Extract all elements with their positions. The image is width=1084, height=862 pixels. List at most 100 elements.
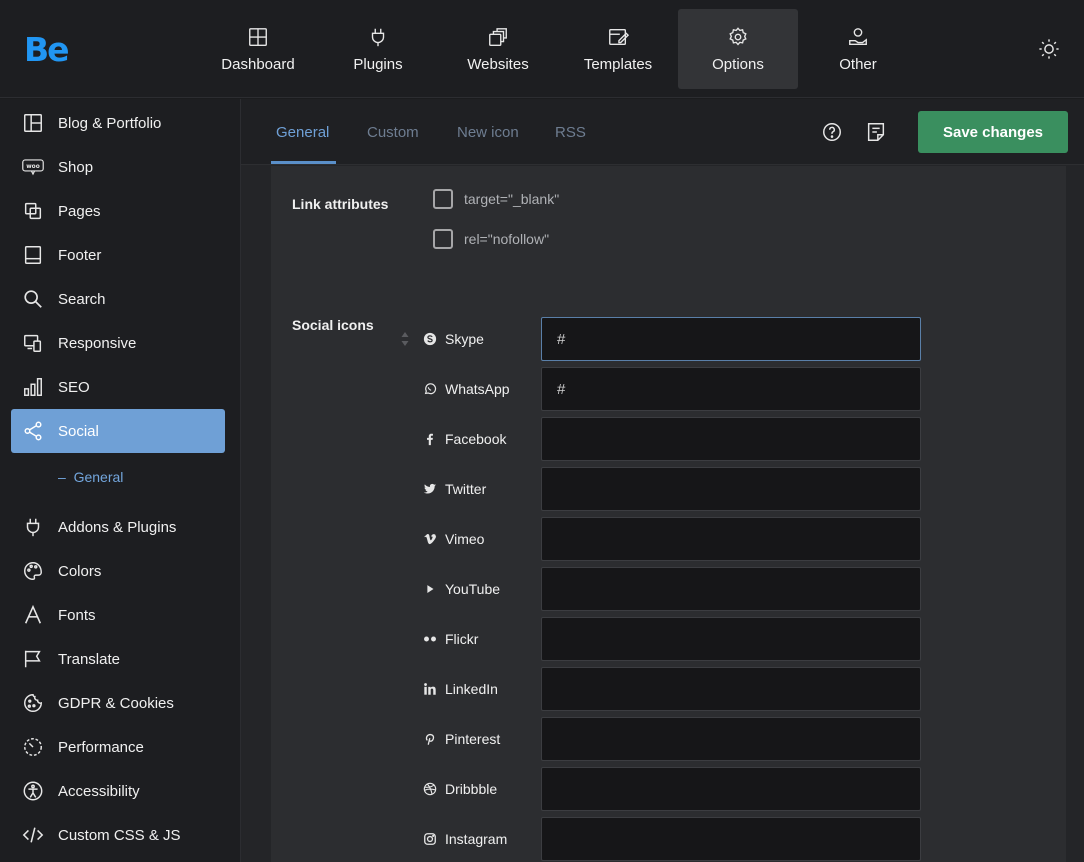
skype-icon (423, 332, 437, 346)
websites-icon (489, 27, 507, 46)
whatsapp-url-input[interactable] (541, 367, 921, 411)
topnav-other[interactable]: Other (798, 9, 918, 89)
top-bar: Be Dashboard Plugins Websites Templates … (0, 0, 1084, 98)
sidebar-item-addons-plugins[interactable]: Addons & Plugins (11, 505, 225, 549)
subitem-prefix: – (58, 469, 66, 485)
social-name: Skype (445, 331, 484, 347)
help-icon[interactable] (821, 121, 843, 143)
youtube-url-input[interactable] (541, 567, 921, 611)
sidebar-item-pages[interactable]: Pages (11, 189, 225, 233)
sidebar-item-label: Fonts (58, 606, 96, 624)
settings-panel: Link attributes target="_blank" rel="nof… (271, 166, 1066, 862)
twitter-url-input[interactable] (541, 467, 921, 511)
sidebar-subitem-general[interactable]: – General (58, 469, 123, 485)
sidebar-item-shop[interactable]: woo Shop (11, 145, 225, 189)
dribbble-icon (423, 782, 437, 796)
target-blank-checkbox[interactable] (433, 189, 453, 209)
flickr-icon (423, 632, 437, 646)
sidebar-item-label: Pages (58, 202, 101, 220)
sidebar-item-label: Colors (58, 562, 102, 580)
social-row-instagram: Instagram (423, 817, 921, 861)
sidebar-item-blog-portfolio[interactable]: Blog & Portfolio (11, 101, 225, 145)
sidebar-item-colors[interactable]: Colors (11, 549, 225, 593)
tab-new-icon[interactable]: New icon (457, 124, 519, 141)
sidebar-item-performance[interactable]: Performance (11, 725, 225, 769)
topnav-options[interactable]: Options (678, 9, 798, 89)
social-name: YouTube (445, 581, 501, 597)
sidebar-item-fonts[interactable]: Fonts (11, 593, 225, 637)
woo-icon: woo (21, 155, 45, 179)
gauge-icon (21, 735, 45, 759)
checkbox-label: rel="nofollow" (464, 231, 550, 247)
pinterest-url-input[interactable] (541, 717, 921, 761)
social-row-facebook: Facebook (423, 417, 921, 461)
main-content: General Custom New icon RSS Save changes… (241, 99, 1084, 862)
sidebar-item-label: Shop (58, 158, 94, 176)
social-name: Pinterest (445, 731, 501, 747)
tab-bar: General Custom New icon RSS Save changes (241, 99, 1084, 165)
tab-custom[interactable]: Custom (367, 124, 419, 141)
theme-toggle-button[interactable] (1036, 36, 1062, 62)
sidebar-item-custom-css-js[interactable]: Custom CSS & JS (11, 813, 225, 857)
tab-general[interactable]: General (276, 124, 329, 141)
vimeo-url-input[interactable] (541, 517, 921, 561)
topnav-dashboard[interactable]: Dashboard (198, 9, 318, 89)
palette-icon (21, 559, 45, 583)
topnav-templates[interactable]: Templates (558, 9, 678, 89)
sidebar-item-gdpr-cookies[interactable]: GDPR & Cookies (11, 681, 225, 725)
search-icon (21, 287, 45, 311)
target-blank-option[interactable]: target="_blank" (433, 189, 559, 209)
sidebar-item-label: Footer (58, 246, 102, 264)
notes-icon[interactable] (865, 121, 887, 143)
link-attributes-label: Link attributes (292, 196, 389, 212)
social-name: WhatsApp (445, 381, 510, 397)
sort-handle-icon[interactable] (400, 330, 410, 348)
rel-nofollow-checkbox[interactable] (433, 229, 453, 249)
facebook-url-input[interactable] (541, 417, 921, 461)
topnav-websites[interactable]: Websites (438, 9, 558, 89)
linkedin-url-input[interactable] (541, 667, 921, 711)
flickr-url-input[interactable] (541, 617, 921, 661)
dribbble-url-input[interactable] (541, 767, 921, 811)
sun-icon (1039, 39, 1059, 59)
sidebar-item-seo[interactable]: SEO (11, 365, 225, 409)
sidebar-item-footer[interactable]: Footer (11, 233, 225, 277)
sidebar-item-label: Performance (58, 738, 144, 756)
logo[interactable]: Be (24, 30, 70, 69)
instagram-url-input[interactable] (541, 817, 921, 861)
social-row-twitter: Twitter (423, 467, 921, 511)
templates-icon (609, 28, 629, 45)
footer-icon (21, 243, 45, 267)
other-icon (849, 27, 867, 45)
social-row-whatsapp: WhatsApp (423, 367, 921, 411)
sidebar-item-label: Blog & Portfolio (58, 114, 162, 132)
sidebar-item-label: Translate (58, 650, 120, 668)
social-row-pinterest: Pinterest (423, 717, 921, 761)
sidebar-item-accessibility[interactable]: Accessibility (11, 769, 225, 813)
sidebar-item-label: Accessibility (58, 782, 140, 800)
social-row-vimeo: Vimeo (423, 517, 921, 561)
social-icons-label: Social icons (292, 317, 374, 333)
save-changes-button[interactable]: Save changes (918, 111, 1068, 153)
instagram-icon (423, 832, 437, 846)
topnav-plugins[interactable]: Plugins (318, 9, 438, 89)
top-nav: Dashboard Plugins Websites Templates Opt… (198, 9, 918, 89)
cookie-icon (21, 691, 45, 715)
sidebar-item-responsive[interactable]: Responsive (11, 321, 225, 365)
sidebar-item-social[interactable]: Social (11, 409, 225, 453)
sidebar-item-label: Social (58, 422, 99, 440)
social-name: Vimeo (445, 531, 485, 547)
linkedin-icon (423, 682, 437, 696)
vimeo-icon (423, 532, 437, 546)
social-name: Instagram (445, 831, 508, 847)
social-row-linkedin: LinkedIn (423, 667, 921, 711)
social-name: Flickr (445, 631, 479, 647)
sidebar-item-label: Search (58, 290, 106, 308)
sidebar-item-translate[interactable]: Translate (11, 637, 225, 681)
subitem-label: General (73, 469, 124, 485)
topnav-label: Other (839, 55, 877, 73)
sidebar-item-search[interactable]: Search (11, 277, 225, 321)
tab-rss[interactable]: RSS (555, 124, 586, 141)
skype-url-input[interactable] (541, 317, 921, 361)
rel-nofollow-option[interactable]: rel="nofollow" (433, 229, 549, 249)
